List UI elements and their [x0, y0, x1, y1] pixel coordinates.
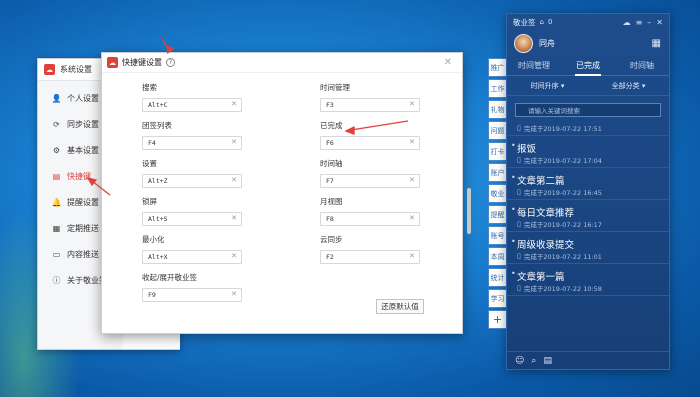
sort-label: 时间升序: [530, 81, 559, 90]
minimize-icon[interactable]: –: [647, 18, 651, 27]
side-tab[interactable]: 礼物: [488, 100, 506, 119]
list-item[interactable]: 文章第二篇 ▯完成于2019-07-22 16:45: [507, 168, 669, 200]
side-tab[interactable]: 推广: [488, 58, 506, 77]
side-tab[interactable]: 工作: [488, 79, 506, 98]
item-meta: ▯ 完成于2019-07-22 17:04: [517, 153, 661, 167]
contacts-icon[interactable]: ☺: [515, 356, 524, 366]
message-icon[interactable]: ⌂: [540, 18, 544, 26]
side-tab[interactable]: 提醒: [488, 205, 506, 224]
close-icon[interactable]: ✕: [656, 18, 663, 27]
note-panel-header: 敬业签 ⌂ 0 ☁ ≡ – ✕: [507, 14, 669, 30]
document-icon: ▯: [517, 252, 521, 260]
item-meta-text: 完成于2019-07-22 10:58: [523, 285, 602, 293]
arrow-completed-head: [344, 125, 355, 135]
document-icon: ▯: [517, 124, 521, 132]
window-controls: ☁ ≡ – ✕: [623, 18, 669, 27]
calendar-icon[interactable]: ▦: [652, 38, 661, 49]
document-icon: ▯: [517, 156, 521, 164]
arrow-shortcut-line: [91, 180, 111, 196]
search-icon[interactable]: ⌕: [531, 356, 536, 366]
chat-icon[interactable]: ▤: [543, 356, 552, 366]
side-tab[interactable]: 问题: [488, 121, 506, 140]
item-meta-text: 完成于2019-07-22 11:01: [523, 253, 602, 261]
add-category-icon[interactable]: +: [488, 310, 506, 329]
list-item[interactable]: 文章第一篇 ▯完成于2019-07-22 10:58: [507, 264, 669, 296]
document-icon: ▯: [517, 188, 521, 196]
side-tab[interactable]: 账号: [488, 226, 506, 245]
chevron-down-icon: ▾: [641, 81, 646, 90]
item-meta-text: 完成于2019-07-22 17:04: [523, 157, 602, 165]
note-tabs: 时间管理 已完成 时间轴: [507, 56, 669, 76]
arrow-completed-line: [350, 120, 409, 131]
list-item[interactable]: 报饭 ▯完成于2019-07-22 17:04: [507, 136, 669, 168]
tab-time-management[interactable]: 时间管理: [507, 56, 561, 75]
item-title: 报饭: [517, 136, 661, 155]
item-meta: ▯ 完成于2019-07-22 11:01: [517, 249, 661, 263]
side-tab[interactable]: 敬业: [488, 184, 506, 203]
chevron-down-icon: ▾: [560, 81, 565, 90]
category-side-tabs: 推广 工作 礼物 问题 打卡 账户 敬业 提醒 账号 本周 统计 学习 +: [488, 58, 506, 329]
side-tab[interactable]: 本周: [488, 247, 506, 266]
username: 同舟: [539, 38, 555, 48]
item-meta-text: 完成于2019-07-22 17:51: [523, 125, 602, 133]
user-bar: 同舟 ▦: [507, 30, 669, 56]
item-meta: ▯ 完成于2019-07-22 16:45: [517, 185, 661, 199]
side-tab[interactable]: 账户: [488, 163, 506, 182]
cloud-icon[interactable]: ☁: [623, 18, 631, 27]
list-item[interactable]: 周级收录提交 ▯完成于2019-07-22 11:01: [507, 232, 669, 264]
item-title: 每日文章推荐: [517, 200, 661, 219]
item-meta-text: 完成于2019-07-22 16:45: [523, 189, 602, 197]
item-meta: ▯ 完成于2019-07-22 17:51: [517, 121, 661, 135]
item-meta: ▯ 完成于2019-07-22 10:58: [517, 281, 661, 295]
category-dropdown[interactable]: 全部分类 ▾: [612, 81, 646, 91]
note-panel-footer: ☺ ⌕ ▤: [507, 351, 669, 369]
document-icon: ▯: [517, 284, 521, 292]
document-icon: ▯: [517, 220, 521, 228]
menu-icon[interactable]: ≡: [636, 18, 643, 27]
list-item[interactable]: ▯ 完成于2019-07-22 17:51: [507, 121, 669, 136]
item-meta-text: 完成于2019-07-22 16:17: [523, 221, 602, 229]
category-label: 全部分类: [611, 81, 640, 90]
item-title: 周级收录提交: [517, 232, 661, 251]
item-title: 文章第一篇: [517, 264, 661, 283]
avatar[interactable]: [514, 33, 533, 53]
note-filters: 时间升序 ▾ 全部分类 ▾: [507, 76, 669, 96]
side-tab[interactable]: 打卡: [488, 142, 506, 161]
tab-completed[interactable]: 已完成: [561, 56, 615, 76]
tab-timeline[interactable]: 时间轴: [615, 56, 669, 75]
sort-dropdown[interactable]: 时间升序 ▾: [531, 81, 565, 91]
side-tab[interactable]: 学习: [488, 289, 506, 308]
search-input[interactable]: 请输入关键词搜索: [515, 103, 661, 117]
side-tab[interactable]: 统计: [488, 268, 506, 287]
item-title: 文章第二篇: [517, 168, 661, 187]
message-count: 0: [547, 18, 553, 26]
list-item[interactable]: 每日文章推荐 ▯完成于2019-07-22 16:17: [507, 200, 669, 232]
note-panel: 敬业签 ⌂ 0 ☁ ≡ – ✕ 同舟 ▦ 时间管理 已完成 时间轴 时间升序 ▾…: [506, 13, 670, 370]
item-meta: ▯ 完成于2019-07-22 16:17: [517, 217, 661, 231]
app-name: 敬业签: [513, 17, 536, 27]
